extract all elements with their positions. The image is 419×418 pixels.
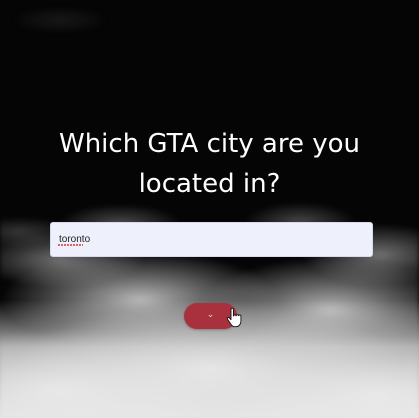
chevron-down-icon: ⌄	[206, 309, 215, 320]
smoke-background	[0, 0, 419, 418]
question-line-2: located in?	[138, 169, 281, 199]
question-heading: Which GTA city are you located in?	[0, 124, 419, 204]
submit-button[interactable]: ⌄	[184, 303, 237, 329]
question-line-1: Which GTA city are you	[58, 129, 361, 159]
quiz-screen: Which GTA city are you located in? ⌄	[0, 0, 419, 418]
city-input[interactable]	[50, 222, 373, 257]
